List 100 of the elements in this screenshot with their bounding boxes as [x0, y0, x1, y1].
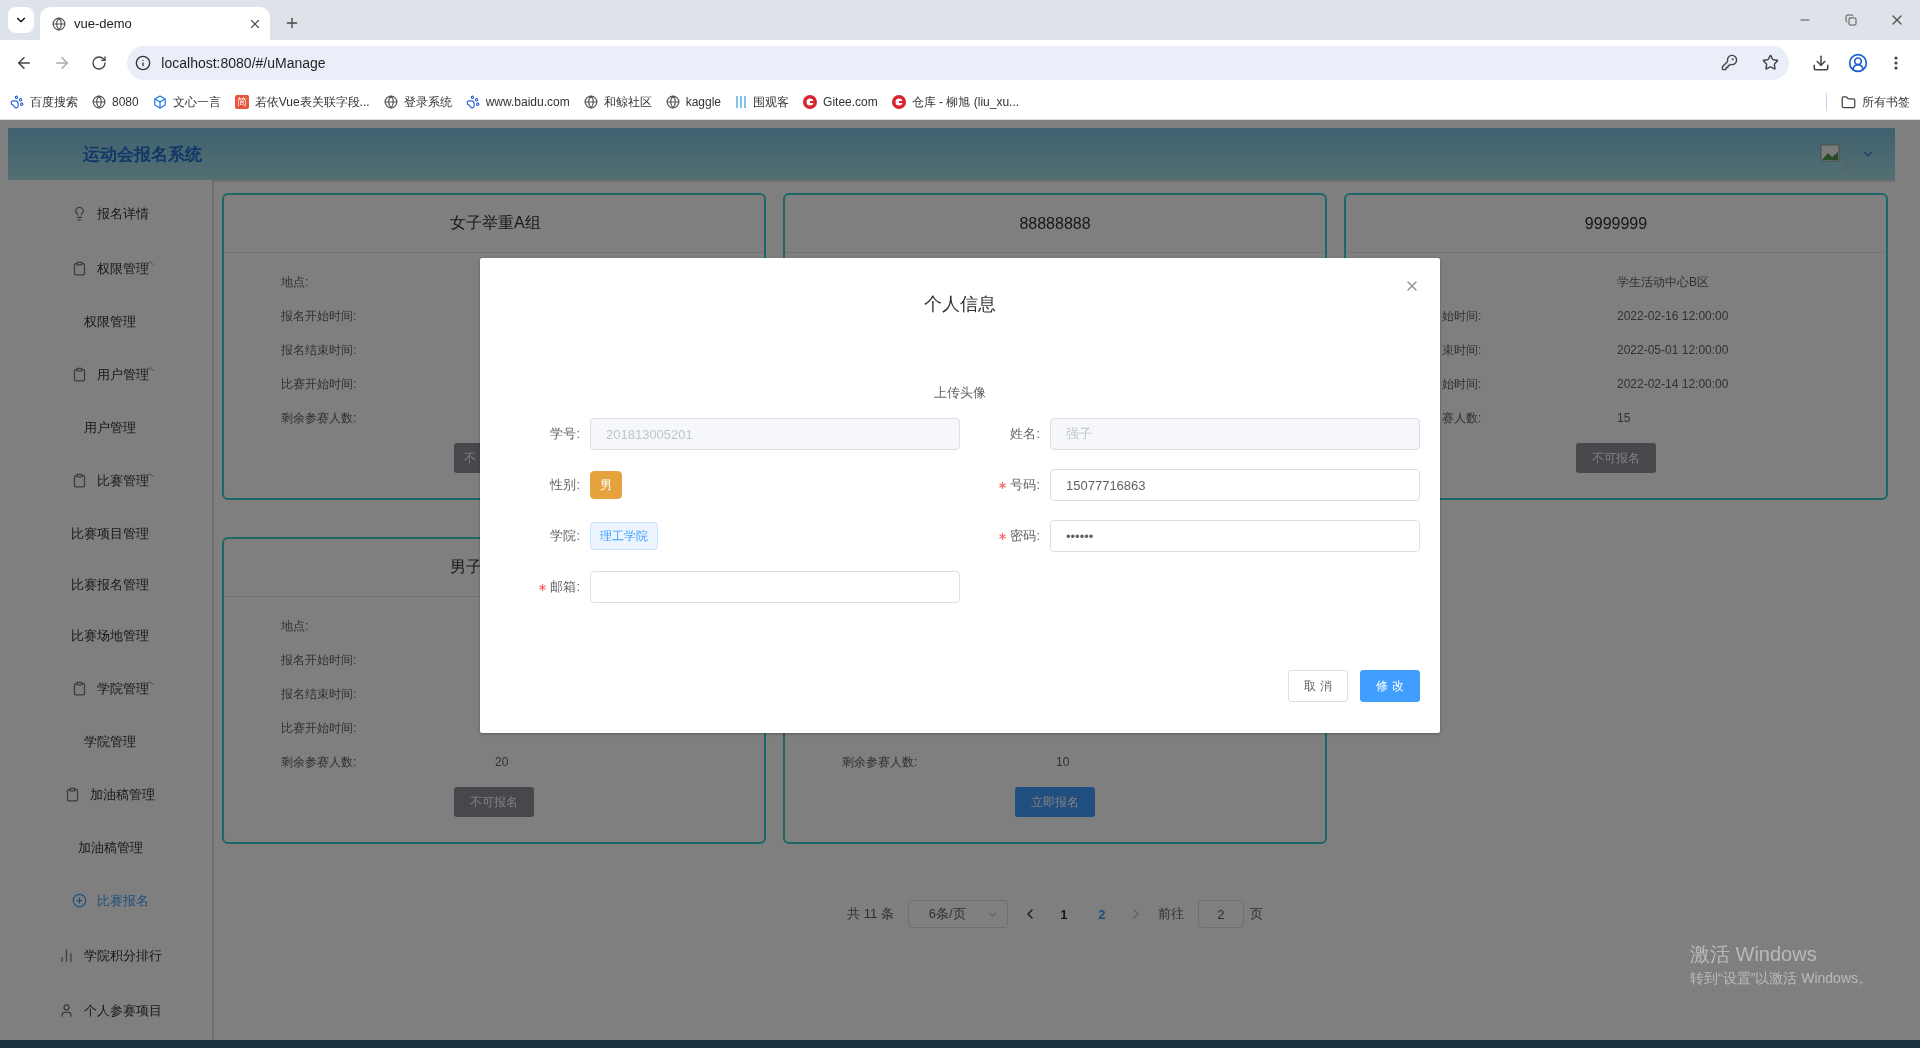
form-label: 学院: — [549, 527, 580, 545]
card-title: 女子举重A组 — [450, 213, 541, 233]
sidebar-subitem[interactable]: 学院管理 — [8, 716, 212, 767]
bookmark-link[interactable]: www.baidu.com — [465, 95, 570, 109]
broken-image-icon[interactable] — [1820, 144, 1842, 164]
bookmarks-folder[interactable]: 所有书签 — [1841, 93, 1910, 111]
bookmarks-folder-label: 所有书签 — [1862, 93, 1910, 111]
reload-icon — [91, 54, 108, 71]
field-label: 赛人数: — [1442, 409, 1483, 427]
bookmark-link[interactable]: 围观客 — [735, 93, 790, 111]
card-title: 9999999 — [1584, 214, 1648, 233]
form-label: 邮箱: — [500, 578, 580, 596]
cancel-button[interactable]: 取 消 — [1288, 670, 1348, 702]
page-number[interactable]: 1 — [1051, 906, 1076, 922]
bookmark-link[interactable]: 简 若依Vue表关联字段... — [234, 93, 370, 111]
form-label: 性别: — [549, 476, 580, 494]
clipboard-icon — [71, 681, 87, 696]
field-label: 报名开始时间: — [281, 651, 358, 669]
star-icon[interactable] — [1761, 54, 1779, 71]
activation-title: 激活 Windows — [1690, 942, 1818, 967]
gender-tag: 男 — [590, 471, 622, 499]
input-field[interactable]: •••••• — [1050, 520, 1420, 552]
info-icon — [135, 54, 152, 71]
page-size-select[interactable]: 6条/页 — [907, 900, 1008, 928]
key-icon[interactable] — [1720, 54, 1738, 71]
field-value: 15 — [1617, 411, 1632, 425]
clipboard-icon — [71, 367, 87, 382]
bookmark-link[interactable]: 8080 — [92, 95, 139, 109]
plus-icon — [284, 15, 300, 31]
sidebar-subitem[interactable]: 比赛场地管理 — [8, 610, 212, 661]
bookmark-link[interactable]: 文心一言 — [152, 93, 221, 111]
sidebar-subitem[interactable]: 用户管理 — [8, 402, 212, 453]
address-bar[interactable]: localhost:8080/#/uManage — [127, 45, 1789, 80]
page-suffix: 页 — [1249, 905, 1263, 923]
sidebar-item[interactable]: 加油稿管理 — [8, 767, 212, 822]
ring-icon — [891, 95, 906, 109]
clipboard-icon — [71, 473, 87, 488]
paw-icon — [465, 95, 480, 109]
tab-list-button[interactable] — [8, 7, 34, 33]
field-value: 2022-02-16 12:00:00 — [1617, 309, 1730, 323]
field-label: 比赛开始时间: — [281, 375, 358, 393]
bookmark-label: www.baidu.com — [485, 95, 570, 109]
clipboard-icon — [71, 261, 87, 276]
bookmark-link[interactable]: 百度搜索 — [10, 93, 78, 111]
upload-avatar-label[interactable]: 上传头像 — [500, 384, 1420, 402]
bookmark-link[interactable]: 和鲸社区 — [583, 93, 652, 111]
globe-icon — [52, 16, 66, 31]
field-label: 剩余参赛人数: — [281, 409, 358, 427]
bookmark-link[interactable]: 仓库 - 柳旭 (liu_xu... — [891, 93, 1020, 111]
sidebar-subitem[interactable]: 比赛报名管理 — [8, 559, 212, 610]
sidebar-item[interactable]: 权限管理 — [8, 241, 212, 296]
field-label: 剩余参赛人数: — [281, 753, 358, 771]
sidebar-item[interactable]: 比赛管理 — [8, 453, 212, 508]
app-title: 运动会报名系统 — [83, 143, 203, 166]
new-tab-button[interactable] — [284, 15, 300, 31]
sidebar-item[interactable]: 学院积分排行 — [8, 928, 212, 983]
input-field[interactable] — [590, 571, 960, 603]
download-icon — [1811, 53, 1830, 72]
bookmark-label: 登录系统 — [403, 93, 452, 111]
browser-tab[interactable]: vue-demo — [40, 7, 270, 40]
dialog-title: 个人信息 — [923, 293, 997, 316]
plus-circle-icon — [71, 893, 87, 908]
menu-icon — [1894, 55, 1899, 70]
sidebar-subitem[interactable]: 权限管理 — [8, 296, 212, 347]
field-label: 地点: — [281, 273, 310, 291]
field-value: 10 — [1056, 755, 1071, 769]
restore-icon — [1845, 14, 1857, 26]
bookmark-link[interactable]: kaggle — [665, 95, 722, 109]
bookmark-link[interactable]: Gitee.com — [803, 95, 878, 109]
bookmark-label: 百度搜索 — [30, 93, 78, 111]
bookmark-link[interactable]: 登录系统 — [383, 93, 452, 111]
submit-button[interactable]: 修 改 — [1360, 670, 1420, 702]
form-label: 号码: — [960, 476, 1040, 494]
field-label: 报名开始时间: — [281, 307, 358, 325]
sidebar-item[interactable]: 用户管理 — [8, 347, 212, 402]
bookmark-label: Gitee.com — [823, 95, 878, 109]
sidebar-subitem[interactable]: 比赛项目管理 — [8, 508, 212, 559]
sidebar-item[interactable]: 报名详情 — [8, 186, 212, 241]
field-label: 地点: — [281, 617, 310, 635]
ring-icon — [803, 95, 818, 109]
folder-icon — [1841, 94, 1856, 110]
sidebar-item[interactable]: 个人参赛项目 — [8, 983, 212, 1038]
field-label: 束时间: — [1442, 341, 1483, 359]
bookmark-label: 8080 — [112, 95, 139, 109]
field-value: 20 — [495, 755, 510, 769]
cube-icon — [152, 95, 167, 109]
field-label: 比赛开始时间: — [281, 719, 358, 737]
bookmark-label: 围观客 — [753, 93, 790, 111]
field-value: 2022-02-14 12:00:00 — [1617, 377, 1730, 391]
sidebar-subitem[interactable]: 加油稿管理 — [8, 822, 212, 873]
page-input[interactable]: 2 — [1197, 900, 1244, 928]
input-field[interactable]: 15077716863 — [1050, 469, 1420, 501]
badge-icon: 简 — [234, 95, 249, 109]
bar-chart-icon — [58, 948, 74, 963]
globe-icon — [583, 95, 598, 109]
field-label: 始时间: — [1442, 307, 1483, 325]
user-icon — [1848, 52, 1869, 73]
stripes-icon — [735, 95, 748, 109]
sidebar-item[interactable]: 学院管理 — [8, 661, 212, 716]
paw-icon — [10, 95, 24, 109]
